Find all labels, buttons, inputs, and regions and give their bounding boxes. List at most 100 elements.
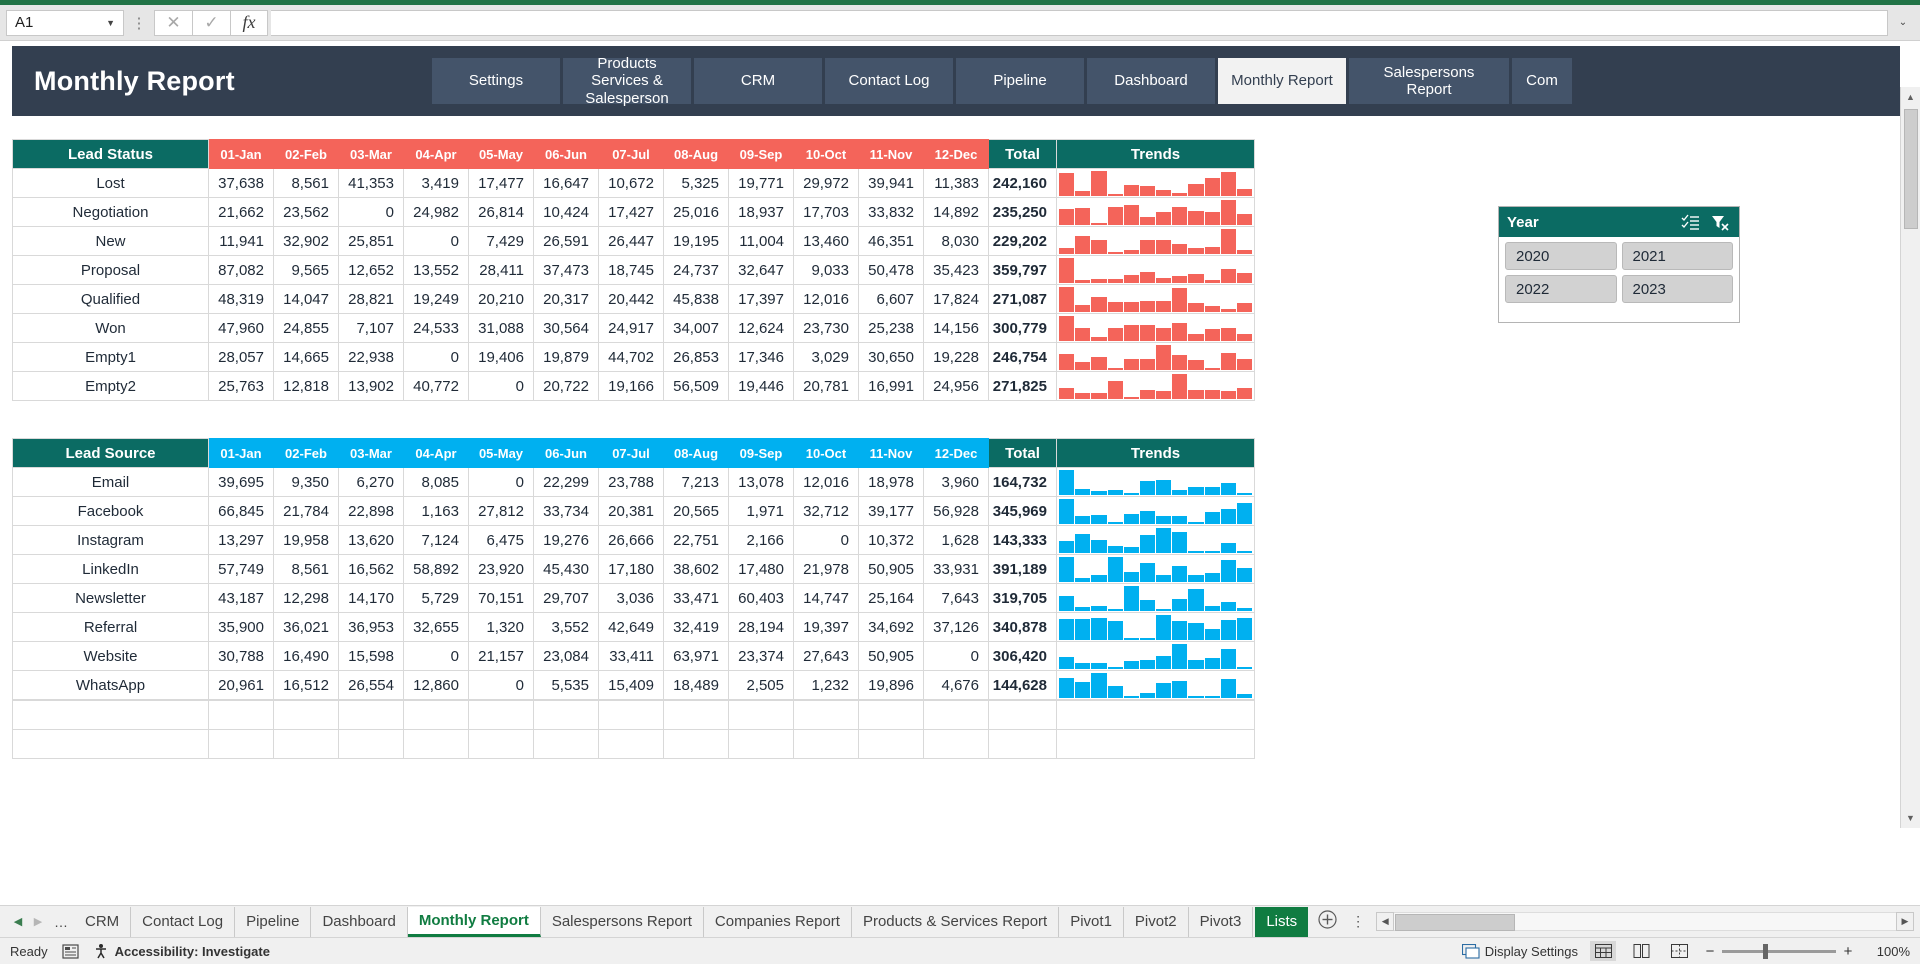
- sheet-tab-contact-log[interactable]: Contact Log: [131, 906, 236, 937]
- zoom-slider[interactable]: − +: [1704, 943, 1854, 960]
- sheet-tab-lists[interactable]: Lists: [1255, 906, 1309, 937]
- clear-filter-icon[interactable]: [1709, 212, 1731, 232]
- confirm-formula-button[interactable]: ✓: [192, 9, 230, 36]
- column-header-month[interactable]: 01-Jan: [208, 438, 274, 468]
- arrow-right-icon[interactable]: ▶: [28, 915, 48, 928]
- scroll-down-icon[interactable]: ▼: [1901, 808, 1920, 828]
- empty-grid-rows[interactable]: [12, 700, 1255, 759]
- sheet-tab-pivot3[interactable]: Pivot3: [1189, 906, 1254, 937]
- table-row[interactable]: New 11,941 32,902 25,851 0 7,429 26,591 26,447 1…: [12, 226, 1255, 256]
- horizontal-scrollbar[interactable]: ◀ ▶: [1376, 912, 1914, 932]
- macro-record-icon[interactable]: [61, 943, 79, 959]
- table-row[interactable]: Negotiation 21,662 23,562 0 24,982 26,814 10,4…: [12, 197, 1255, 227]
- nav-tab-pipeline[interactable]: Pipeline: [956, 58, 1084, 104]
- table-row[interactable]: Email 39,695 9,350 6,270 8,085 0 22,299 23,788 7…: [12, 467, 1255, 497]
- formula-input[interactable]: [271, 9, 1888, 36]
- expand-formula-bar-button[interactable]: ⌄: [1892, 17, 1914, 28]
- table-row[interactable]: Newsletter 43,187 12,298 14,170 5,729 70,151 2…: [12, 583, 1255, 613]
- sheet-tab-pipeline[interactable]: Pipeline: [235, 906, 312, 937]
- hscroll-track[interactable]: [1394, 912, 1896, 931]
- column-header-month[interactable]: 06-Jun: [533, 139, 599, 169]
- hscroll-left-icon[interactable]: ◀: [1376, 912, 1395, 931]
- column-header-trends[interactable]: Trends: [1056, 139, 1255, 169]
- column-header-month[interactable]: 04-Apr: [403, 438, 469, 468]
- scroll-up-icon[interactable]: ▲: [1901, 87, 1920, 107]
- column-header-month[interactable]: 04-Apr: [403, 139, 469, 169]
- table-row[interactable]: Won 47,960 24,855 7,107 24,533 31,088 30,564 24…: [12, 313, 1255, 343]
- vertical-scrollbar[interactable]: ▲ ▼: [1900, 87, 1920, 828]
- table-row[interactable]: Qualified 48,319 14,047 28,821 19,249 20,210 2…: [12, 284, 1255, 314]
- name-box[interactable]: A1 ▼: [6, 9, 124, 36]
- column-header-total[interactable]: Total: [988, 438, 1057, 468]
- hscroll-right-icon[interactable]: ▶: [1896, 912, 1914, 931]
- nav-tab-salespersons-report[interactable]: Salespersons Report: [1349, 58, 1509, 104]
- sheet-tab-products-services-report[interactable]: Products & Services Report: [852, 906, 1060, 937]
- table-row[interactable]: WhatsApp 20,961 16,512 26,554 12,860 0 5,535 15…: [12, 670, 1255, 700]
- slicer-item-2022[interactable]: 2022: [1505, 275, 1617, 303]
- table-row[interactable]: Facebook 66,845 21,784 22,898 1,163 27,812 33,…: [12, 496, 1255, 526]
- sheet-tab-crm[interactable]: CRM: [74, 906, 132, 937]
- column-header-month[interactable]: 12-Dec: [923, 139, 989, 169]
- column-header-category[interactable]: Lead Status: [12, 139, 209, 169]
- year-slicer[interactable]: Year 2020 2021 2022 2023: [1498, 206, 1740, 323]
- table-row[interactable]: Empty2 25,763 12,818 13,902 40,772 0 20,722 19,…: [12, 371, 1255, 401]
- column-header-month[interactable]: 07-Jul: [598, 438, 664, 468]
- table-row[interactable]: Instagram 13,297 19,958 13,620 7,124 6,475 19,…: [12, 525, 1255, 555]
- zoom-out-button[interactable]: −: [1704, 943, 1716, 960]
- cancel-formula-button[interactable]: ✕: [154, 9, 192, 36]
- add-sheet-button[interactable]: [1310, 909, 1344, 934]
- sheet-tab-monthly-report[interactable]: Monthly Report: [407, 906, 541, 937]
- nav-tab-settings[interactable]: Settings: [432, 58, 560, 104]
- column-header-month[interactable]: 09-Sep: [728, 139, 794, 169]
- accessibility-status[interactable]: Accessibility: Investigate: [93, 943, 270, 959]
- column-header-month[interactable]: 02-Feb: [273, 438, 339, 468]
- vertical-scroll-thumb[interactable]: [1903, 109, 1918, 229]
- sheet-tab-pivot2[interactable]: Pivot2: [1124, 906, 1189, 937]
- slicer-item-2020[interactable]: 2020: [1505, 242, 1617, 270]
- zoom-level-label[interactable]: 100%: [1866, 944, 1910, 959]
- table-row[interactable]: Website 30,788 16,490 15,598 0 21,157 23,084 33…: [12, 641, 1255, 671]
- column-header-month[interactable]: 03-Mar: [338, 438, 404, 468]
- sheet-tab-salespersons-report[interactable]: Salespersons Report: [541, 906, 704, 937]
- column-header-month[interactable]: 06-Jun: [533, 438, 599, 468]
- arrow-left-icon[interactable]: ◀: [8, 915, 28, 928]
- column-header-total[interactable]: Total: [988, 139, 1057, 169]
- column-header-month[interactable]: 09-Sep: [728, 438, 794, 468]
- page-break-view-icon[interactable]: [1666, 941, 1692, 961]
- nav-tab-crm[interactable]: CRM: [694, 58, 822, 104]
- column-header-month[interactable]: 02-Feb: [273, 139, 339, 169]
- column-header-month[interactable]: 03-Mar: [338, 139, 404, 169]
- normal-view-icon[interactable]: [1590, 941, 1616, 961]
- page-layout-view-icon[interactable]: [1628, 941, 1654, 961]
- column-header-month[interactable]: 11-Nov: [858, 438, 924, 468]
- multi-select-icon[interactable]: [1679, 212, 1701, 232]
- table-row[interactable]: Lost 37,638 8,561 41,353 3,419 17,477 16,647 10…: [12, 168, 1255, 198]
- nav-tab-companies-report[interactable]: Com: [1512, 58, 1572, 104]
- zoom-track[interactable]: [1722, 943, 1836, 959]
- column-header-category[interactable]: Lead Source: [12, 438, 209, 468]
- horizontal-scroll-thumb[interactable]: [1395, 914, 1516, 931]
- column-header-trends[interactable]: Trends: [1056, 438, 1255, 468]
- zoom-knob[interactable]: [1763, 943, 1769, 959]
- table-row[interactable]: Referral 35,900 36,021 36,953 32,655 1,320 3,5…: [12, 612, 1255, 642]
- sheet-tab-dashboard[interactable]: Dashboard: [311, 906, 408, 937]
- column-header-month[interactable]: 05-May: [468, 438, 534, 468]
- worksheet-canvas[interactable]: Monthly Report Settings Products Service…: [0, 41, 1900, 896]
- column-header-month[interactable]: 12-Dec: [923, 438, 989, 468]
- insert-function-button[interactable]: fx: [230, 9, 268, 36]
- column-header-month[interactable]: 11-Nov: [858, 139, 924, 169]
- table-row[interactable]: Proposal 87,082 9,565 12,652 13,552 28,411 37,…: [12, 255, 1255, 285]
- column-header-month[interactable]: 08-Aug: [663, 438, 729, 468]
- column-header-month[interactable]: 10-Oct: [793, 438, 859, 468]
- column-header-month[interactable]: 10-Oct: [793, 139, 859, 169]
- report-table-lead-status[interactable]: Lead Status 01-Jan 02-Feb 03-Mar 04-Apr 05-Ma…: [12, 139, 1255, 401]
- column-header-month[interactable]: 07-Jul: [598, 139, 664, 169]
- nav-tab-contact-log[interactable]: Contact Log: [825, 58, 953, 104]
- chevron-down-icon[interactable]: ▼: [106, 18, 115, 28]
- slicer-item-2021[interactable]: 2021: [1621, 242, 1733, 270]
- nav-tab-dashboard[interactable]: Dashboard: [1087, 58, 1215, 104]
- column-header-month[interactable]: 01-Jan: [208, 139, 274, 169]
- column-header-month[interactable]: 08-Aug: [663, 139, 729, 169]
- slicer-item-2023[interactable]: 2023: [1621, 275, 1733, 303]
- sheet-tab-pivot1[interactable]: Pivot1: [1059, 906, 1124, 937]
